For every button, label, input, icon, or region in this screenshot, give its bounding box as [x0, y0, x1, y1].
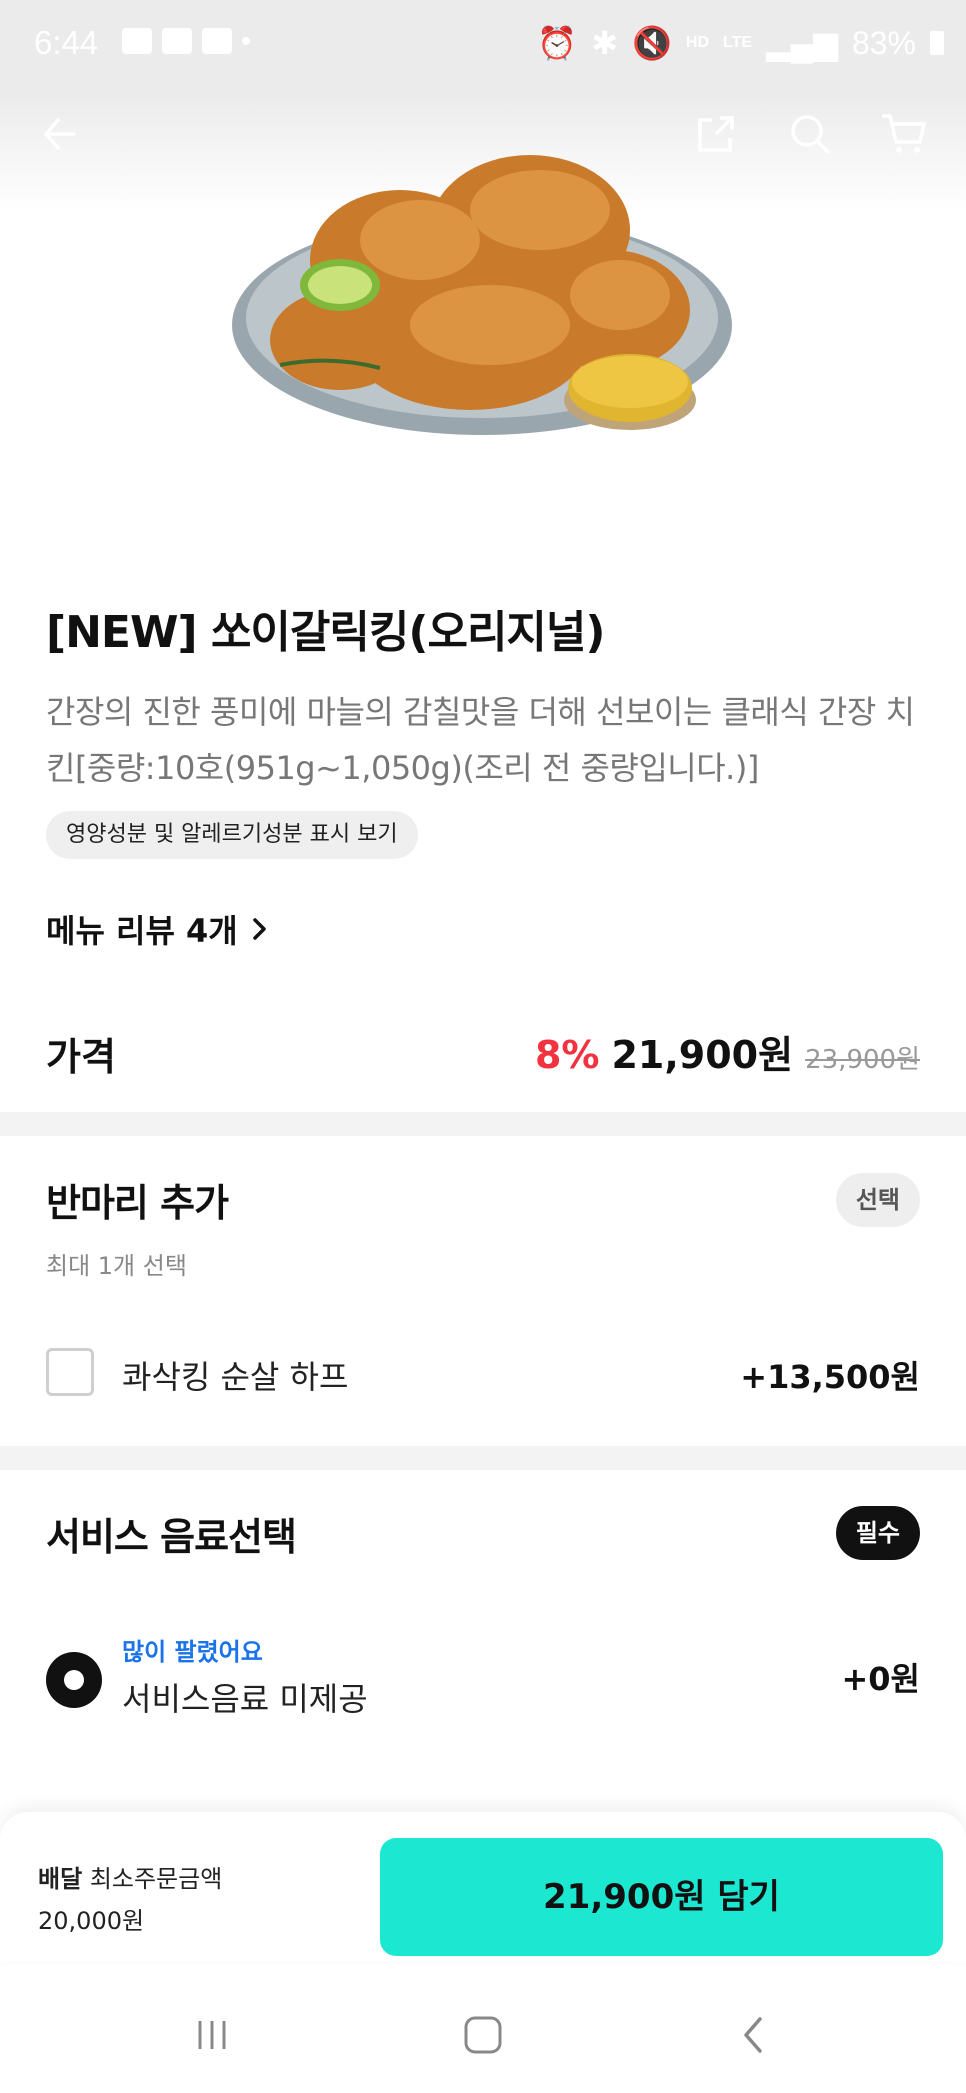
price-label: 가격	[46, 1035, 116, 1079]
system-icons: ⏰ ✱ 🔇 HD LTE ▂▄▆ 83%	[537, 24, 944, 62]
arrow-left-icon	[44, 118, 76, 150]
home-icon	[464, 2016, 502, 2054]
share-icon	[698, 116, 734, 152]
back-nav-button[interactable]	[714, 2000, 794, 2070]
optional-badge: 선택	[835, 1173, 920, 1227]
message-icon	[162, 28, 192, 54]
chevron-right-icon	[253, 918, 266, 940]
cart-button[interactable]	[874, 104, 934, 164]
required-badge: 필수	[835, 1506, 920, 1560]
current-price: 21,900원	[611, 1033, 794, 1077]
section-divider	[0, 1112, 966, 1136]
more-dot-icon	[242, 37, 250, 45]
min-order-line: 배달 최소주문금액	[38, 1858, 222, 1900]
recent-apps-button[interactable]	[172, 2000, 252, 2070]
min-order-info: 배달 최소주문금액 20,000원	[38, 1858, 222, 1942]
option-label: 서비스음료 미제공	[122, 1680, 368, 1718]
back-button[interactable]	[30, 104, 90, 164]
half-section-subtitle: 최대 1개 선택	[46, 1252, 187, 1280]
option-radio-selected[interactable]	[46, 1652, 102, 1708]
notification-icons	[122, 28, 250, 54]
discount-rate: 8%	[534, 1033, 600, 1077]
search-icon	[791, 115, 830, 154]
share-button[interactable]	[686, 104, 746, 164]
option-price: +13,500원	[740, 1358, 920, 1396]
system-nav-bar	[0, 1980, 966, 2093]
gallery-icon	[122, 28, 152, 54]
min-order-value: 20,000원	[38, 1907, 145, 1935]
product-title: [NEW] 쏘이갈릭킹(오리지널)	[46, 607, 605, 658]
cart-icon	[882, 114, 926, 153]
drink-section-title: 서비스 음료선택	[46, 1515, 297, 1559]
add-to-cart-button[interactable]: 21,900원 담기	[380, 1838, 943, 1956]
home-button[interactable]	[443, 2000, 523, 2070]
original-price: 23,900원	[805, 1045, 920, 1075]
top-nav-bar	[0, 92, 966, 172]
option-row-half[interactable]: 콰삭킹 순살 하프 +13,500원	[46, 1348, 920, 1404]
status-time: 6:44	[34, 24, 99, 61]
signal-icon: ▂▄▆	[766, 25, 838, 61]
delivery-label: 배달	[38, 1865, 83, 1893]
section-divider	[0, 1446, 966, 1470]
app-icon	[202, 28, 232, 54]
recent-apps-icon	[198, 2021, 226, 2049]
price-row: 가격 8% 21,900원 23,900원	[46, 1020, 920, 1080]
chevron-left-icon	[744, 2017, 762, 2053]
alarm-icon: ⏰	[537, 25, 578, 61]
product-description: 간장의 진한 풍미에 마늘의 감칠맛을 더해 선보이는 클래식 간장 치킨[중량…	[46, 693, 915, 787]
half-section-title: 반마리 추가	[46, 1181, 229, 1225]
option-label: 콰삭킹 순살 하프	[122, 1358, 349, 1396]
option-price: +0원	[841, 1660, 920, 1698]
mute-icon: 🔇	[632, 25, 672, 61]
search-button[interactable]	[780, 104, 840, 164]
review-link-label: 메뉴 리뷰 4개	[46, 912, 238, 950]
price-values: 8% 21,900원 23,900원	[535, 1024, 920, 1079]
battery-icon	[930, 31, 944, 55]
battery-text: 83%	[851, 24, 916, 61]
nutrition-info-chip[interactable]: 영양성분 및 알레르기성분 표시 보기	[46, 811, 418, 859]
min-order-label: 최소주문금액	[89, 1865, 223, 1893]
bluetooth-icon: ✱	[591, 25, 619, 61]
option-row-drink[interactable]: 많이 팔렸어요 서비스음료 미제공 +0원	[46, 1628, 920, 1718]
hd-voice-icon: HD	[685, 34, 710, 51]
option-checkbox[interactable]	[46, 1348, 94, 1396]
lte-icon: LTE	[723, 34, 753, 51]
popular-tag: 많이 팔렸어요	[122, 1638, 263, 1666]
menu-review-link[interactable]: 메뉴 리뷰 4개	[46, 906, 270, 952]
status-bar: 6:44 ⏰ ✱ 🔇 HD LTE ▂▄▆ 83%	[0, 0, 966, 92]
